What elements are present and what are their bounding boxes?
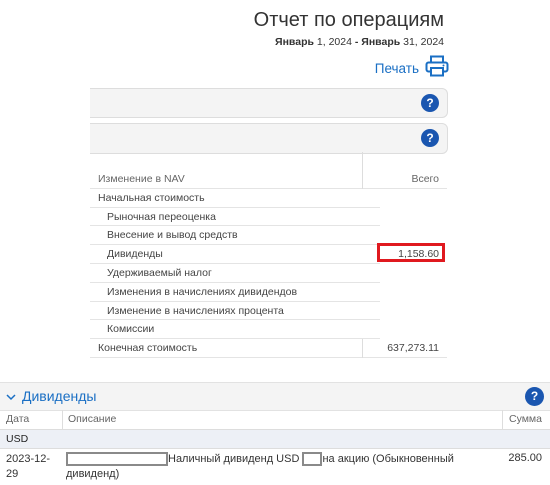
nav-row-label: Конечная стоимость [98,342,198,355]
help-icon[interactable]: ? [525,387,544,406]
print-button[interactable]: Печать [375,55,449,82]
nav-row-label: Дивиденды [107,248,163,261]
redacted-block [66,452,168,467]
nav-row: Комиссии [90,320,447,340]
nav-column-total: Всего [411,173,439,185]
nav-row-label: Рыночная переоценка [107,210,216,223]
dividends-section-header[interactable]: Дивиденды ? [0,382,550,411]
column-amount: Сумма [509,413,542,425]
date-from-month: Январь [275,36,314,48]
print-label: Печать [374,61,419,76]
row-description: Наличный дивиденд USD на акцию (Обыкнове… [66,452,486,482]
date-from-day: 1, 2024 [316,36,352,48]
help-icon[interactable]: ? [421,129,439,147]
nav-row-label: Изменения в начислениях дивидендов [107,285,298,298]
collapsed-section-2[interactable]: ? [90,123,448,154]
nav-row: Изменения в начислениях дивидендов [90,283,447,302]
nav-row-label: Внесение и вывод средств [107,229,238,242]
row-amount: 285.00 [508,452,542,464]
nav-row-label: Удерживаемый налог [107,266,212,279]
description-text: Наличный дивиденд USD [168,453,300,465]
highlight-box [377,243,445,263]
date-to-day: 31, 2024 [403,36,444,48]
ending-value: 637,273.11 [387,342,439,355]
nav-change-table: Изменение в NAV Всего Начальная стоимост… [90,152,447,358]
chevron-down-icon[interactable] [6,390,16,404]
currency-label: USD [6,433,29,445]
help-icon[interactable]: ? [421,94,439,112]
nav-column-label: Изменение в NAV [98,173,185,185]
collapsed-section-1[interactable]: ? [90,88,448,118]
nav-row: Удерживаемый налог [90,264,447,283]
nav-row: Начальная стоимость [90,189,447,208]
printer-icon [425,55,449,82]
row-date: 2023-12-29 [6,453,51,480]
nav-row-ending-value: Конечная стоимость 637,273.11 [90,339,447,358]
column-date: Дата [6,413,30,425]
column-description: Описание [68,413,117,425]
date-range: Январь 1, 2024 - Январь 31, 2024 [275,36,444,48]
nav-row: Рыночная переоценка [90,208,447,227]
table-row: 2023-12-29 Наличный дивиденд USD на акци… [0,449,550,485]
nav-row-dividends: Дивиденды 1,158.60 [90,243,447,264]
redacted-block [302,452,323,467]
report-title: Отчет по операциям [253,9,444,31]
nav-row-label: Комиссии [107,323,155,336]
date-separator: - [354,36,359,48]
nav-row-label: Начальная стоимость [98,191,205,204]
nav-row: Изменение в начислениях процента [90,302,447,321]
nav-row-label: Изменение в начислениях процента [107,304,284,317]
currency-group-row: USD [0,430,550,449]
dividends-column-header: Дата Описание Сумма [0,410,550,430]
dividends-title: Дивиденды [22,388,97,404]
nav-header-row: Изменение в NAV Всего [90,170,447,189]
date-to-month: Январь [361,36,401,48]
